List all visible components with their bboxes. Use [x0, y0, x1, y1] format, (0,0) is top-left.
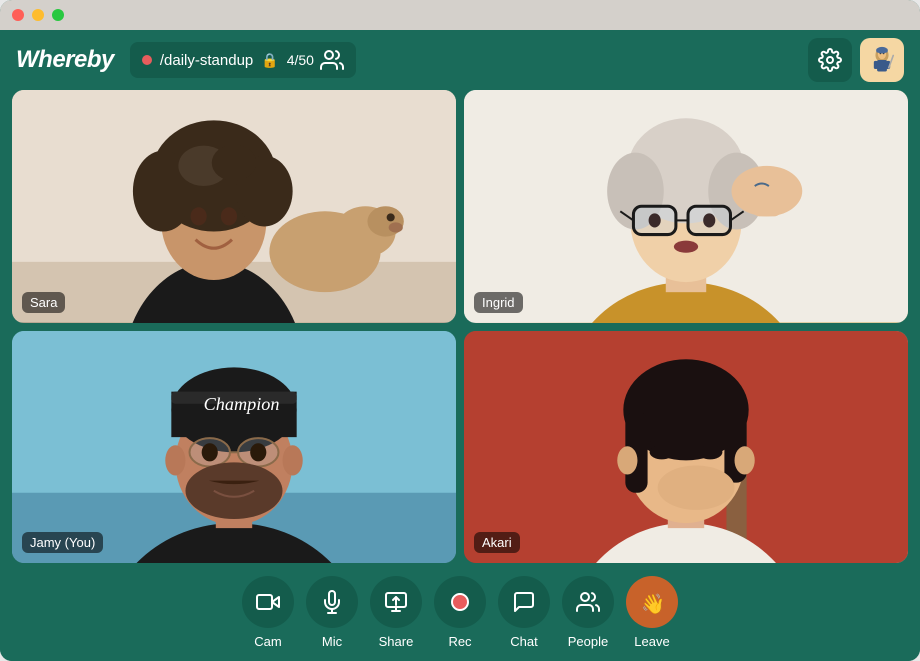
rec-label: Rec [448, 634, 471, 649]
chat-control[interactable]: Chat [498, 576, 550, 649]
people-button[interactable] [562, 576, 614, 628]
mic-control[interactable]: Mic [306, 576, 358, 649]
share-label: Share [379, 634, 414, 649]
people-control[interactable]: People [562, 576, 614, 649]
rec-indicator [451, 593, 469, 611]
room-name: /daily-standup [160, 52, 253, 69]
close-button[interactable] [12, 9, 24, 21]
video-tile-ingrid: Ingrid [464, 90, 908, 323]
whereby-logo: Whereby [16, 46, 114, 74]
leave-button[interactable]: 👋 [626, 576, 678, 628]
svg-text:Champion: Champion [204, 393, 280, 413]
settings-button[interactable] [808, 38, 852, 82]
mic-button[interactable] [306, 576, 358, 628]
participant-label-jamy: Jamy (You) [22, 532, 103, 553]
minimize-button[interactable] [32, 9, 44, 21]
controls-bar: Cam Mic [0, 571, 920, 661]
live-indicator [142, 55, 152, 65]
participant-label-sara: Sara [22, 292, 65, 313]
leave-label: Leave [634, 634, 669, 649]
people-label: People [568, 634, 608, 649]
video-tile-akari: Akari [464, 331, 908, 564]
app-content: Whereby /daily-standup 🔒 4/50 [0, 30, 920, 661]
user-avatar[interactable] [860, 38, 904, 82]
participant-count: 4/50 [287, 48, 344, 72]
share-button[interactable] [370, 576, 422, 628]
header: Whereby /daily-standup 🔒 4/50 [0, 30, 920, 90]
leave-control[interactable]: 👋 Leave [626, 576, 678, 649]
video-tile-sara: Sara [12, 90, 456, 323]
svg-text:👋: 👋 [641, 592, 665, 614]
video-grid: Sara [0, 90, 920, 571]
people-header-icon [320, 48, 344, 72]
chat-button[interactable] [498, 576, 550, 628]
video-tile-jamy: Champion [12, 331, 456, 564]
title-bar [0, 0, 920, 30]
participant-label-akari: Akari [474, 532, 520, 553]
chat-label: Chat [510, 634, 537, 649]
cam-label: Cam [254, 634, 281, 649]
maximize-button[interactable] [52, 9, 64, 21]
app-window: Whereby /daily-standup 🔒 4/50 [0, 0, 920, 661]
mic-label: Mic [322, 634, 342, 649]
participant-label-ingrid: Ingrid [474, 292, 523, 313]
share-control[interactable]: Share [370, 576, 422, 649]
cam-control[interactable]: Cam [242, 576, 294, 649]
rec-control[interactable]: Rec [434, 576, 486, 649]
rec-button[interactable] [434, 576, 486, 628]
lock-icon: 🔒 [261, 52, 278, 69]
cam-button[interactable] [242, 576, 294, 628]
room-badge[interactable]: /daily-standup 🔒 4/50 [130, 42, 356, 78]
